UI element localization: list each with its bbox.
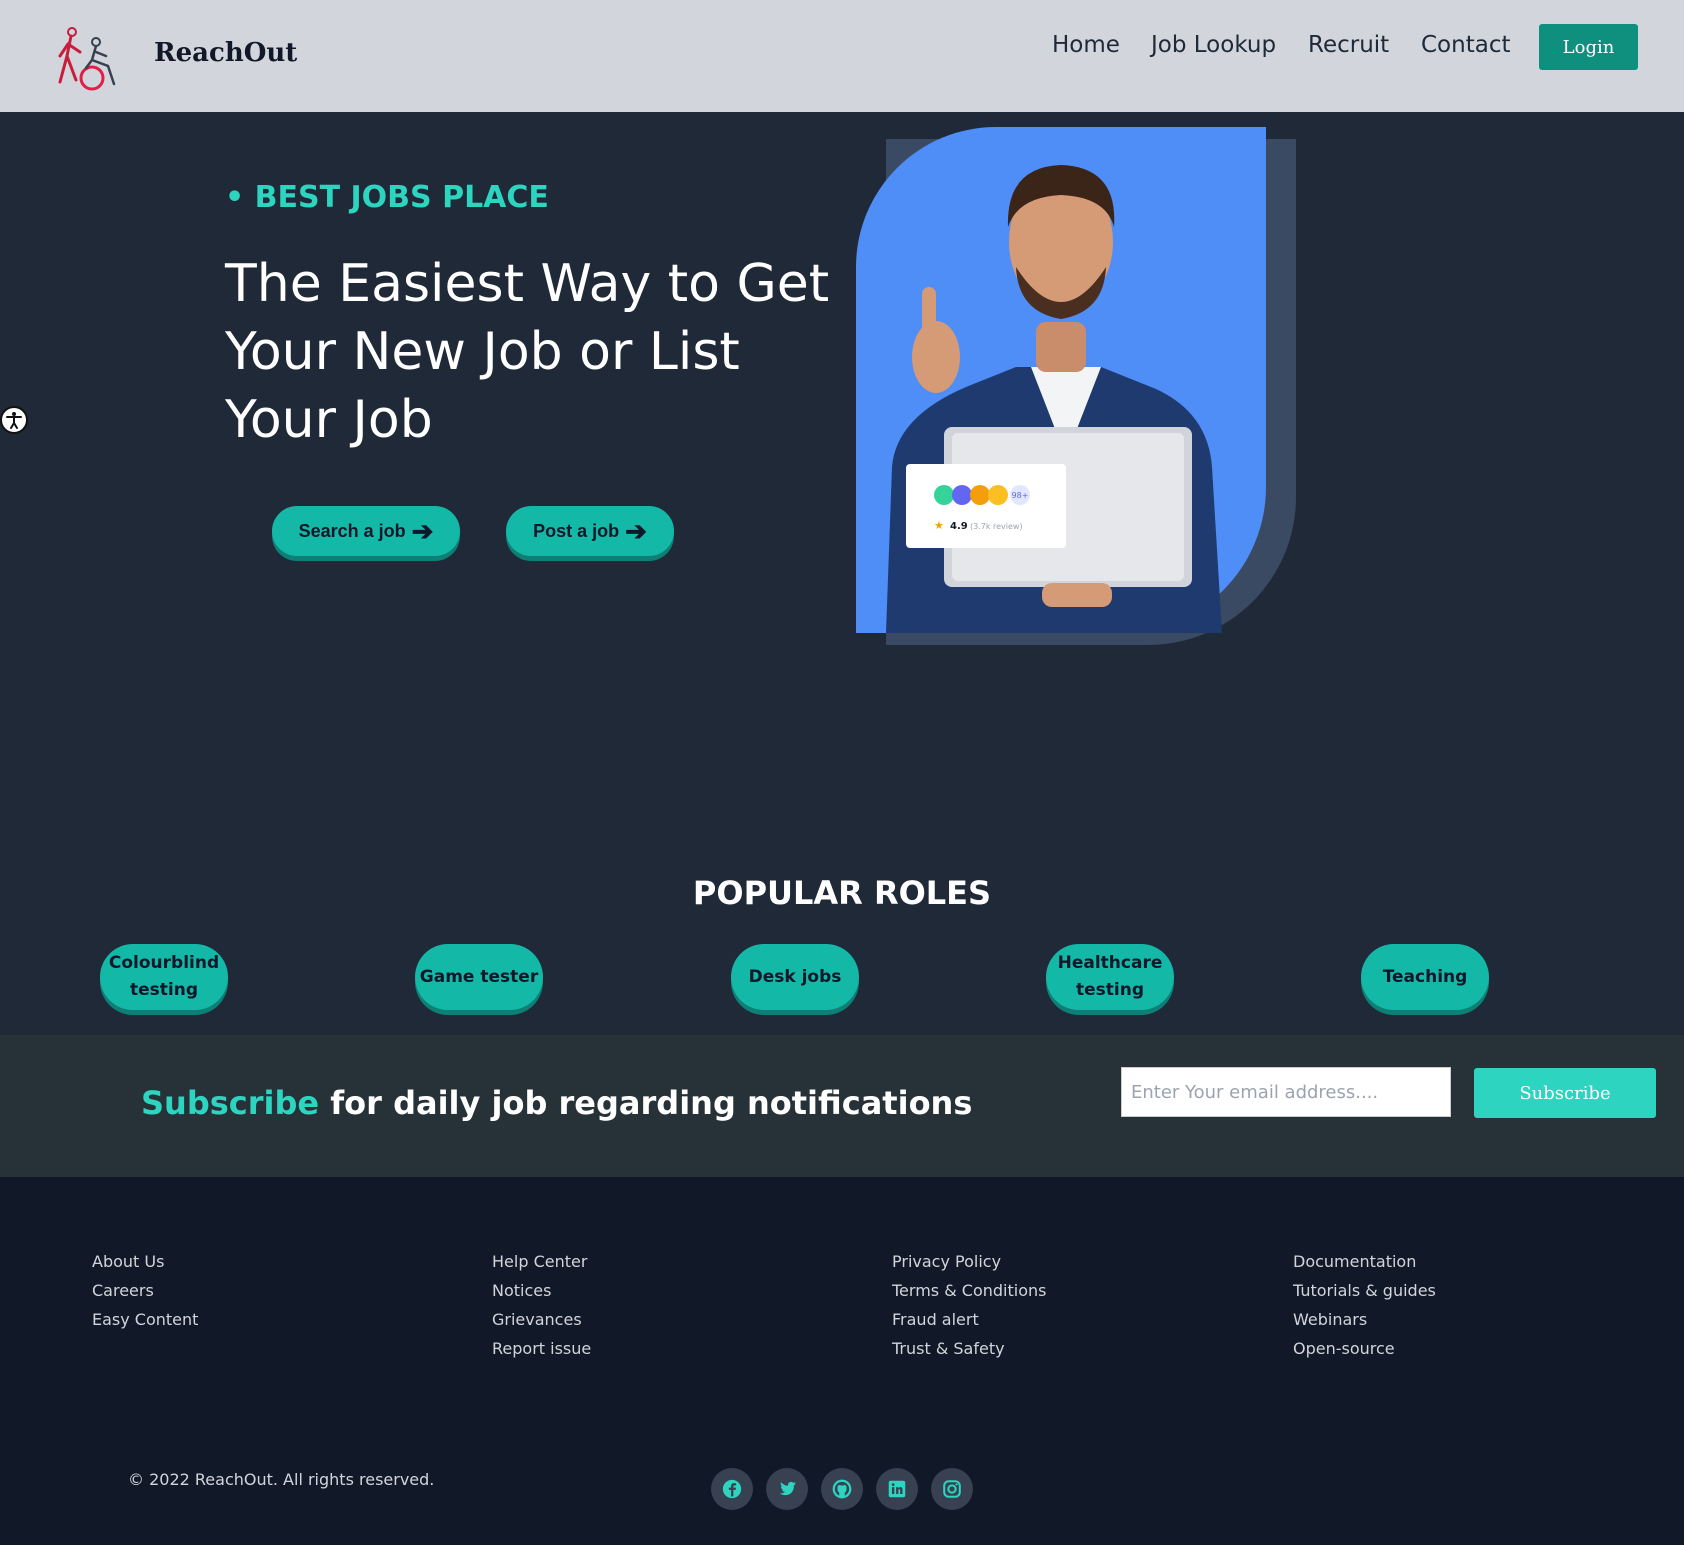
footer-link-help-center[interactable]: Help Center [492,1252,591,1272]
instagram-icon[interactable] [931,1468,973,1510]
search-job-button[interactable]: Search a job ➔ [272,506,460,556]
role-label: testing [130,980,198,1000]
post-job-button[interactable]: Post a job ➔ [506,506,674,556]
hero-title-line: Your Job [225,390,433,450]
facebook-icon[interactable] [711,1468,753,1510]
role-label: Teaching [1382,966,1468,987]
role-chip-teaching[interactable]: Teaching [1361,944,1489,1010]
role-label: Desk jobs [748,966,842,987]
subscribe-accent: Subscribe [141,1084,320,1122]
twitter-icon[interactable] [766,1468,808,1510]
nav-contact[interactable]: Contact [1421,32,1510,58]
accessibility-icon[interactable] [0,406,28,434]
footer-column-company: About Us Careers Easy Content [92,1252,198,1330]
role-chip-healthcare-testing[interactable]: Healthcare testing [1046,944,1174,1010]
subscribe-button[interactable]: Subscribe [1474,1068,1656,1118]
github-icon[interactable] [821,1468,863,1510]
hero-title-line: Your New Job or List [225,322,740,382]
hero-image: 98+ ★ 4.9 (3.7k review) [856,127,1296,645]
arrow-right-icon: ➔ [411,516,434,546]
star-icon: ★ [934,519,944,532]
site-header: ReachOut Home Job Lookup Recruit Contact… [0,0,1684,112]
review-count: (3.7k review) [970,522,1023,531]
hero-title: The Easiest Way to Get Your New Job or L… [225,250,845,454]
subscribe-text: for daily job regarding notifications [319,1084,973,1122]
copyright-text: © 2022 ReachOut. All rights reserved. [128,1470,435,1489]
nav-recruit[interactable]: Recruit [1308,32,1389,58]
footer-link-tutorials[interactable]: Tutorials & guides [1293,1281,1436,1301]
logo-icon[interactable] [52,26,126,94]
search-job-label: Search a job [298,520,406,541]
role-label: Game tester [419,966,539,987]
linkedin-icon[interactable] [876,1468,918,1510]
footer-link-about-us[interactable]: About Us [92,1252,198,1272]
subscribe-heading: Subscribe for daily job regarding notifi… [141,1084,972,1122]
footer-column-support: Help Center Notices Grievances Report is… [492,1252,591,1359]
role-chip-colourblind-testing[interactable]: Colourblind testing [100,944,228,1010]
role-label: Healthcare [1057,953,1163,973]
post-job-label: Post a job [533,520,620,541]
footer-link-report-issue[interactable]: Report issue [492,1339,591,1359]
footer-link-fraud-alert[interactable]: Fraud alert [892,1310,1046,1330]
footer-link-open-source[interactable]: Open-source [1293,1339,1436,1359]
footer-link-notices[interactable]: Notices [492,1281,591,1301]
arrow-right-icon: ➔ [625,516,647,546]
footer-column-legal: Privacy Policy Terms & Conditions Fraud … [892,1252,1046,1359]
role-chip-desk-jobs[interactable]: Desk jobs [731,944,859,1010]
footer-link-careers[interactable]: Careers [92,1281,198,1301]
hero-title-line: The Easiest Way to Get [225,254,830,314]
role-chip-game-tester[interactable]: Game tester [415,944,543,1010]
footer-link-easy-content[interactable]: Easy Content [92,1310,198,1330]
email-input[interactable] [1121,1067,1451,1117]
footer-link-terms[interactable]: Terms & Conditions [892,1281,1046,1301]
brand-name[interactable]: ReachOut [154,38,297,68]
review-rating: 4.9 [950,521,968,532]
nav-job-lookup[interactable]: Job Lookup [1151,32,1276,58]
hero-eyebrow: • BEST JOBS PLACE [225,180,549,215]
footer-link-grievances[interactable]: Grievances [492,1310,591,1330]
review-badge: 98+ [1012,491,1029,500]
footer-link-documentation[interactable]: Documentation [1293,1252,1436,1272]
footer-column-resources: Documentation Tutorials & guides Webinar… [1293,1252,1436,1359]
role-label: testing [1076,980,1144,1000]
footer-link-privacy-policy[interactable]: Privacy Policy [892,1252,1046,1272]
role-label: Colourblind [108,953,220,973]
footer-link-webinars[interactable]: Webinars [1293,1310,1436,1330]
footer-link-trust-safety[interactable]: Trust & Safety [892,1339,1046,1359]
login-button[interactable]: Login [1539,24,1638,70]
nav-home[interactable]: Home [1052,32,1120,58]
popular-roles-title: POPULAR ROLES [692,874,992,912]
